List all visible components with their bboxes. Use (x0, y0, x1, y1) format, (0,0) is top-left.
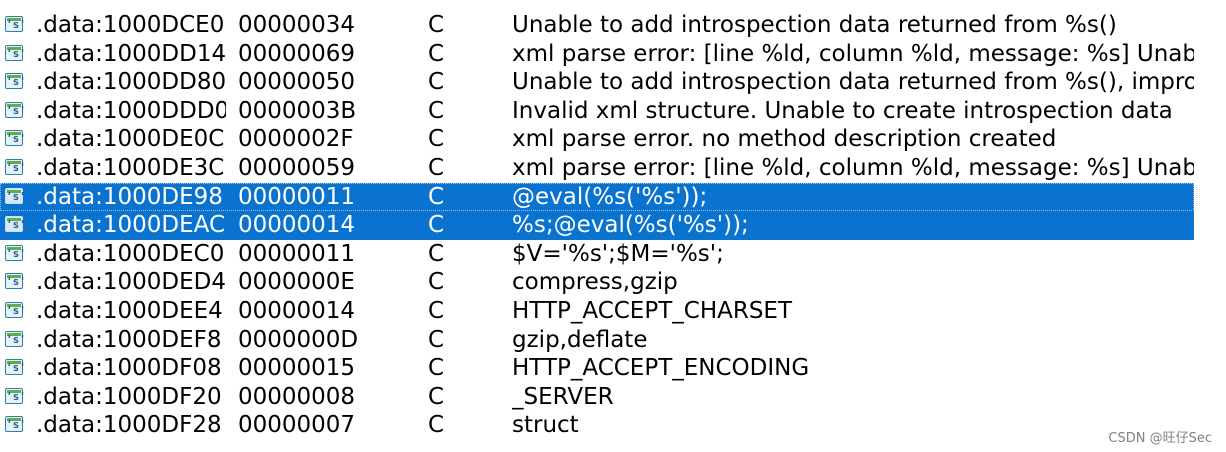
address-cell: .data:1000DCE0 (36, 12, 225, 38)
length-cell: 00000008 (238, 383, 356, 410)
string-literal-icon: 's' (5, 301, 26, 318)
string-row[interactable]: 's' .data:1000DE0C 0000002F Cxml parse erro… (0, 125, 1194, 154)
type-cell: C (428, 183, 445, 210)
string-row[interactable]: 's' .data:1000DEF8 0000000D Cgzip,deflate (0, 326, 1194, 355)
address-cell: .data:1000DE3C (36, 154, 225, 181)
type-cell: C (428, 154, 445, 181)
string-literal-icon: 's' (5, 330, 26, 347)
string-cell: Unable to add introspection data returne… (512, 12, 1117, 38)
string-literal-icon: 's' (5, 101, 26, 118)
string-literal-icon: 's' (5, 73, 26, 90)
string-literal-icon: 's' (5, 359, 26, 376)
string-literal-icon: 's' (5, 273, 26, 290)
string-literal-icon: 's' (5, 130, 26, 147)
string-row[interactable]: 's' .data:1000DCE0 00000034 C Unable to add … (0, 11, 1194, 40)
string-cell: compress,gzip (512, 269, 678, 296)
string-cell: %s;@eval(%s('%s')); (512, 212, 749, 239)
string-literal-icon: 's' (5, 44, 26, 61)
string-cell: struct (512, 412, 579, 439)
address-cell: .data:1000DEF8 (36, 326, 222, 353)
type-cell: C (428, 12, 445, 38)
string-cell: HTTP_ACCEPT_ENCODING (512, 355, 810, 382)
length-cell: 00000050 (238, 69, 356, 96)
address-cell: .data:1000DEE4 (36, 297, 223, 324)
strings-list[interactable]: 's' .data:1000DCE0 00000034 C Unable to add … (0, 11, 1194, 440)
csdn-watermark: CSDN @旺仔Sec (1108, 431, 1212, 446)
string-row[interactable]: 's' .data:1000DEC0 00000011 C $V='%s';$M='%s… (0, 240, 1194, 269)
type-cell: C (428, 383, 445, 410)
string-row[interactable]: 's' .data:1000DED4 0000000E Ccompress,gzip (0, 268, 1194, 297)
address-cell: .data:1000DF08 (36, 355, 222, 382)
string-cell: xml parse error. no method description c… (512, 126, 1057, 153)
string-row[interactable]: 's' .data:1000DE98 00000011 C @eval(%s('%s')… (0, 182, 1194, 212)
type-cell: C (428, 412, 445, 439)
length-cell: 00000069 (238, 40, 356, 67)
address-cell: .data:1000DF28 (36, 412, 222, 439)
string-literal-icon: 's' (5, 244, 26, 261)
length-cell: 00000014 (238, 297, 356, 324)
address-cell: .data:1000DED4 (36, 269, 226, 296)
type-cell: C (428, 212, 445, 239)
length-cell: 0000002F (238, 126, 354, 153)
length-cell: 00000034 (238, 12, 356, 38)
string-cell: @eval(%s('%s')); (512, 183, 708, 210)
type-cell: C (428, 69, 445, 96)
string-literal-icon: 's' (5, 416, 26, 433)
address-cell: .data:1000DE98 (36, 183, 223, 210)
string-row[interactable]: 's' .data:1000DF20 00000008 C _SERVER (0, 383, 1194, 412)
type-cell: C (428, 126, 445, 153)
type-cell: C (428, 97, 445, 124)
length-cell: 00000014 (238, 212, 356, 239)
address-cell: .data:1000DD14 (36, 40, 226, 67)
string-cell: xml parse error: [line %ld, column %ld, … (512, 154, 1194, 181)
length-cell: 00000007 (238, 412, 356, 439)
length-cell: 00000059 (238, 154, 356, 181)
string-cell: Invalid xml structure. Unable to create … (512, 97, 1173, 124)
address-cell: .data:1000DD80 (36, 69, 226, 96)
string-row[interactable]: 's' .data:1000DD80 00000050 C Unable to add … (0, 68, 1194, 97)
type-cell: C (428, 240, 445, 267)
string-row[interactable]: 's' .data:1000DE3C 00000059 Cxml parse erro… (0, 154, 1194, 183)
string-literal-icon: 's' (5, 216, 26, 233)
length-cell: 00000011 (238, 240, 356, 267)
string-literal-icon: 's' (5, 158, 26, 175)
address-cell: .data:1000DEC0 (36, 240, 225, 267)
length-cell: 00000011 (238, 183, 356, 210)
type-cell: C (428, 269, 445, 296)
length-cell: 0000003B (238, 97, 357, 124)
address-cell: .data:1000DE0C (36, 126, 225, 153)
strings-window: 's' .data:1000DCE0 00000034 C Unable to add … (0, 0, 1226, 452)
length-cell: 0000000D (238, 326, 359, 353)
string-literal-icon: 's' (5, 187, 26, 204)
string-row[interactable]: 's' .data:1000DF28 00000007 Cstruct (0, 411, 1194, 440)
type-cell: C (428, 40, 445, 67)
length-cell: 00000015 (238, 355, 356, 382)
address-cell: .data:1000DEAC (36, 212, 226, 239)
address-cell: .data:1000DF20 (36, 383, 222, 410)
type-cell: C (428, 326, 445, 353)
type-cell: C (428, 355, 445, 382)
string-cell: HTTP_ACCEPT_CHARSET (512, 297, 793, 324)
address-cell: .data:1000DDD0 (36, 97, 226, 124)
string-row[interactable]: 's' .data:1000DEAC 00000014 C %s;@eval(%s('%… (0, 211, 1194, 240)
type-cell: C (428, 297, 445, 324)
string-literal-icon: 's' (5, 16, 26, 32)
string-cell: $V='%s';$M='%s'; (512, 240, 724, 267)
string-row[interactable]: 's' .data:1000DD14 00000069 Cxml parse erro… (0, 40, 1194, 69)
string-row[interactable]: 's' .data:1000DF08 00000015 C HTTP_ACCEPT_EN… (0, 354, 1194, 383)
string-cell: xml parse error: [line %ld, column %ld, … (512, 40, 1194, 67)
string-row[interactable]: 's' .data:1000DEE4 00000014 C HTTP_ACCEPT_CH… (0, 297, 1194, 326)
string-cell: gzip,deflate (512, 326, 648, 353)
string-cell: Unable to add introspection data returne… (512, 69, 1194, 96)
string-literal-icon: 's' (5, 387, 26, 404)
length-cell: 0000000E (238, 269, 355, 296)
string-cell: _SERVER (512, 383, 614, 410)
string-row[interactable]: 's' .data:1000DDD0 0000003B C Invalid xml st… (0, 97, 1194, 126)
